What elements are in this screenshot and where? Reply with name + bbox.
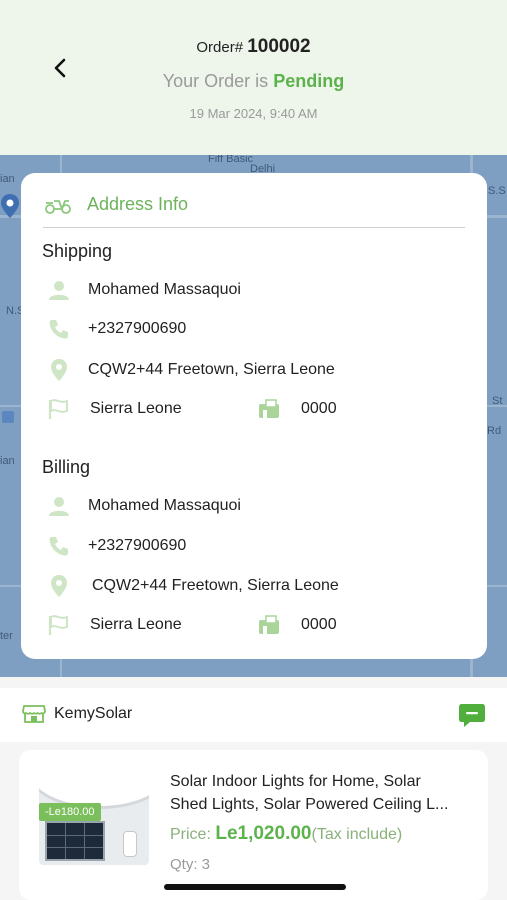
shop-bar: KemySolar [0,688,507,742]
billing-postal-code: 0000 [301,616,337,633]
order-number-line: Order# 100002 [0,36,507,58]
person-icon [47,494,71,518]
billing-address: CQW2+44 Freetown, Sierra Leone [92,577,339,594]
qty-label: Qty: [170,856,202,873]
tax-note: (Tax include) [311,826,403,843]
billing-phone-row: +2327900690 [47,534,186,558]
order-header: Order# 100002 Your Order is Pending 19 M… [0,0,507,155]
post-office-icon [257,397,281,421]
product-thumbnail[interactable]: -Le180.00 [39,769,149,865]
status-badge: Pending [273,71,345,91]
billing-postal-row: 0000 [257,613,337,637]
product-price-line: Price: Le1,020.00(Tax include) [170,823,402,845]
flag-icon [47,613,71,637]
map-poi-icon [2,411,14,423]
chat-button[interactable] [458,703,486,729]
shipping-postal-code: 0000 [301,400,337,417]
map-pin-icon [1,194,19,218]
shipping-address-row: CQW2+44 Freetown, Sierra Leone [47,358,335,382]
person-icon [47,278,71,302]
home-indicator[interactable] [164,884,346,890]
divider [43,227,465,228]
product-quantity: 3 [201,856,211,873]
product-title-line1: Solar Indoor Lights for Home, Solar [170,773,421,790]
map-label: ian [0,173,15,185]
product-title-line2: Shed Lights, Solar Powered Ceiling L... [170,796,449,813]
product-title[interactable]: Solar Indoor Lights for Home, Solar Shed… [170,770,486,816]
post-office-icon [257,613,281,637]
shop-link[interactable]: KemySolar [22,704,132,724]
shipping-name-row: Mohamed Massaquoi [47,278,241,302]
solar-panel-image [45,821,105,861]
order-date: 19 Mar 2024, 9:40 AM [189,106,318,121]
product-quantity-line: Qty: 3 [170,856,210,873]
flag-icon [47,397,71,421]
shipping-address: CQW2+44 Freetown, Sierra Leone [88,361,335,378]
shipping-postal-row: 0000 [257,397,337,421]
delivery-scooter-icon [45,200,71,214]
phone-icon [47,534,71,558]
shop-name: KemySolar [54,705,133,722]
billing-phone: +2327900690 [88,537,187,554]
product-price: Le1,020.00 [215,823,312,844]
chat-icon [459,704,485,727]
map-label: ter [0,630,13,642]
map-label: Fiff Basic [208,155,254,165]
product-card[interactable]: -Le180.00 Solar Indoor Lights for Home, … [19,750,488,900]
address-info-title: Address Info [87,193,189,214]
address-info-card: Address Info Shipping Mohamed Massaquoi … [21,173,487,659]
status-prefix: Your Order is [162,71,274,91]
order-status-line: Your Order is Pending [0,71,507,92]
address-info-header: Address Info [43,193,188,215]
shipping-country: Sierra Leone [90,400,182,417]
billing-name-row: Mohamed Massaquoi [47,494,241,518]
billing-name: Mohamed Massaquoi [88,497,241,514]
map-label: St [492,395,503,407]
order-number: 100002 [247,36,311,57]
shipping-phone-row: +2327900690 [47,317,186,341]
remote-control-image [123,831,137,857]
phone-icon [47,317,71,341]
shipping-heading: Shipping [42,241,113,261]
store-icon [22,705,46,723]
map-label: S.S [488,185,506,197]
billing-country-row: Sierra Leone [47,613,182,637]
shipping-country-row: Sierra Leone [47,397,182,421]
map-label: ian [0,455,15,467]
order-prefix: Order# [196,39,248,56]
location-pin-icon [47,574,71,598]
discount-badge: -Le180.00 [39,803,101,821]
billing-country: Sierra Leone [90,616,182,633]
billing-address-row: CQW2+44 Freetown, Sierra Leone [47,574,339,598]
shipping-phone: +2327900690 [88,320,187,337]
map-label: Rd [487,425,502,437]
billing-heading: Billing [42,457,91,477]
location-pin-icon [47,358,71,382]
price-label: Price: [170,826,216,843]
shipping-name: Mohamed Massaquoi [88,281,241,298]
